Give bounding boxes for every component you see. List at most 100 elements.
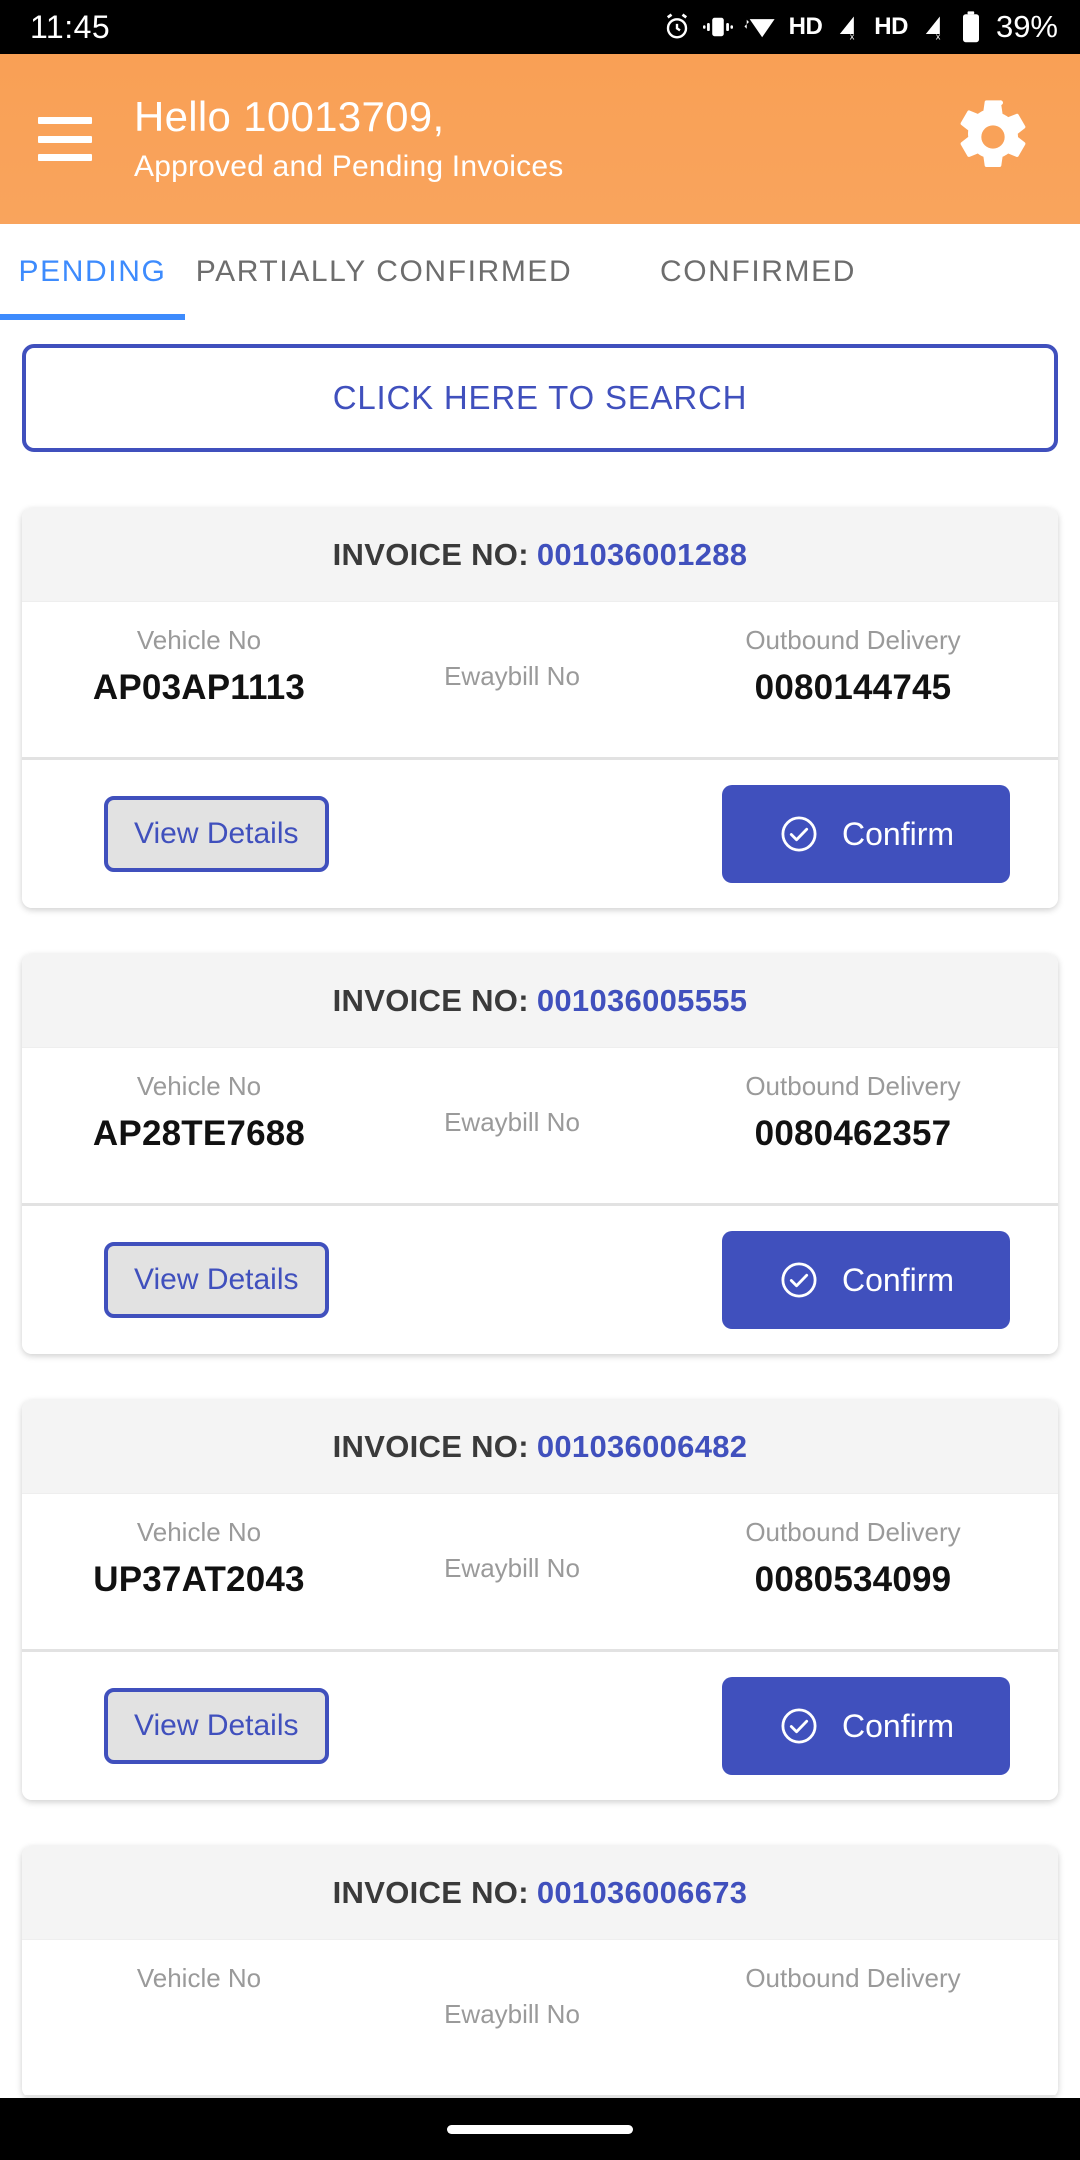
vehicle-no-value: UP37AT2043 — [93, 1559, 305, 1599]
confirm-button[interactable]: Confirm — [722, 785, 1010, 883]
invoice-number-label: INVOICE NO: — [332, 1428, 529, 1464]
invoice-number-label: INVOICE NO: — [332, 536, 529, 572]
invoice-number-row: INVOICE NO: 001036005555 — [333, 983, 748, 1019]
vehicle-no-label: Vehicle No — [136, 1517, 262, 1547]
hamburger-line — [38, 135, 92, 143]
outbound-delivery-value: 0080534099 — [754, 1559, 952, 1599]
ewaybill-no-label: Ewaybill No — [444, 1107, 580, 1137]
invoice-card-actions: View Details Confirm — [22, 760, 1058, 908]
vehicle-no-value: AP28TE7688 — [92, 1113, 306, 1153]
status-bar-icons: HD x HD x 39% — [662, 9, 1058, 45]
signal-off-icon: x — [919, 13, 949, 41]
vehicle-no-label: Vehicle No — [136, 625, 262, 655]
confirm-button-label: Confirm — [841, 815, 954, 852]
tab-confirmed[interactable]: CONFIRMED — [583, 224, 933, 320]
app-bar: Hello 10013709, Approved and Pending Inv… — [0, 54, 1080, 224]
invoice-card-body: Vehicle No Ewaybill No Outbound Delivery — [22, 1940, 1058, 2098]
view-details-button[interactable]: View Details — [104, 1242, 329, 1318]
outbound-delivery-field: Outbound Delivery 0080144745 — [688, 602, 1018, 708]
gear-icon — [953, 97, 1033, 182]
invoice-card-body: Vehicle No AP28TE7688 Ewaybill No Outbou… — [22, 1048, 1058, 1206]
svg-text:x: x — [850, 31, 855, 41]
status-bar-clock: 11:45 — [30, 8, 111, 45]
check-circle-icon — [778, 1705, 820, 1747]
invoice-card-actions: View Details Confirm — [22, 1206, 1058, 1354]
invoice-number-value: 001036005555 — [536, 982, 748, 1018]
wifi-icon — [744, 13, 778, 41]
invoice-card[interactable]: INVOICE NO: 001036001288 Vehicle No AP03A… — [22, 508, 1058, 908]
tab-pending[interactable]: PENDING — [0, 224, 185, 320]
ewaybill-no-field: Ewaybill No — [372, 1494, 652, 1585]
confirm-button-label: Confirm — [841, 1261, 954, 1298]
outbound-delivery-field: Outbound Delivery 0080534099 — [688, 1494, 1018, 1600]
invoice-number-value: 001036006673 — [536, 1874, 748, 1910]
confirm-button[interactable]: Confirm — [722, 1231, 1010, 1329]
invoice-card-header: INVOICE NO: 001036006673 — [22, 1846, 1058, 1940]
search-button-label: CLICK HERE TO SEARCH — [332, 379, 748, 416]
app-bar-titles: Hello 10013709, Approved and Pending Inv… — [134, 92, 950, 186]
outbound-delivery-field: Outbound Delivery 0080462357 — [688, 1048, 1018, 1154]
battery-icon — [960, 11, 982, 43]
vehicle-no-field: Vehicle No AP28TE7688 — [44, 1048, 354, 1154]
view-details-button[interactable]: View Details — [104, 796, 329, 872]
hd-icon: HD — [788, 13, 823, 40]
alarm-icon — [662, 12, 692, 42]
invoice-card-actions: View Details Confirm — [22, 1652, 1058, 1800]
invoice-card-header: INVOICE NO: 001036006482 — [22, 1400, 1058, 1494]
invoice-number-label: INVOICE NO: — [332, 982, 529, 1018]
hamburger-line — [38, 117, 92, 124]
hd-icon: HD — [874, 13, 908, 40]
svg-text:x: x — [936, 31, 941, 41]
ewaybill-no-label: Ewaybill No — [444, 1999, 580, 2029]
invoice-number-value: 001036001288 — [536, 536, 748, 572]
invoice-number-row: INVOICE NO: 001036006482 — [333, 1429, 748, 1465]
page-title: Hello 10013709, — [134, 93, 445, 141]
vehicle-no-field: Vehicle No AP03AP1113 — [44, 602, 354, 708]
ewaybill-no-label: Ewaybill No — [444, 1553, 580, 1583]
hamburger-menu-icon[interactable] — [38, 117, 92, 161]
battery-percent-label: 39% — [995, 9, 1058, 44]
outbound-delivery-field: Outbound Delivery — [688, 1940, 1018, 1995]
search-button[interactable]: CLICK HERE TO SEARCH — [22, 344, 1058, 452]
page-subtitle: Approved and Pending Invoices — [134, 149, 564, 183]
ewaybill-no-label: Ewaybill No — [444, 661, 580, 691]
vehicle-no-field: Vehicle No — [44, 1940, 354, 1995]
settings-button[interactable] — [950, 96, 1036, 182]
invoice-card[interactable]: INVOICE NO: 001036005555 Vehicle No AP28T… — [22, 954, 1058, 1354]
app-screen: 11:45 HD x HD x 39% Hello 10013709, Appr… — [0, 0, 1080, 2160]
outbound-delivery-label: Outbound Delivery — [745, 1517, 961, 1547]
home-indicator[interactable] — [447, 2124, 633, 2134]
confirm-button-label: Confirm — [841, 1707, 954, 1744]
invoice-list-scroll-area[interactable]: CLICK HERE TO SEARCH INVOICE NO: 00103600… — [0, 320, 1080, 2160]
vehicle-no-field: Vehicle No UP37AT2043 — [44, 1494, 354, 1600]
view-details-button[interactable]: View Details — [104, 1688, 329, 1764]
hamburger-line — [38, 154, 92, 161]
tab-bar: PENDING PARTIALLY CONFIRMED CONFIRMED — [0, 224, 1080, 320]
invoice-number-row: INVOICE NO: 001036006673 — [333, 1875, 748, 1911]
ewaybill-no-field: Ewaybill No — [372, 1940, 652, 2031]
ewaybill-no-field: Ewaybill No — [372, 602, 652, 693]
vehicle-no-label: Vehicle No — [136, 1963, 262, 1993]
invoice-number-row: INVOICE NO: 001036001288 — [333, 537, 748, 573]
outbound-delivery-label: Outbound Delivery — [745, 1963, 961, 1993]
status-bar: 11:45 HD x HD x 39% — [0, 0, 1080, 54]
invoice-card[interactable]: INVOICE NO: 001036006673 Vehicle No Ewayb… — [22, 1846, 1058, 2098]
signal-off-icon: x — [833, 13, 863, 41]
invoice-card-header: INVOICE NO: 001036005555 — [22, 954, 1058, 1048]
vehicle-no-value: AP03AP1113 — [92, 667, 306, 707]
check-circle-icon — [778, 813, 820, 855]
check-circle-icon — [778, 1259, 820, 1301]
outbound-delivery-value: 0080462357 — [754, 1113, 952, 1153]
system-navigation-bar — [0, 2098, 1080, 2160]
vehicle-no-label: Vehicle No — [136, 1071, 262, 1101]
invoice-card[interactable]: INVOICE NO: 001036006482 Vehicle No UP37A… — [22, 1400, 1058, 1800]
tab-partially-confirmed[interactable]: PARTIALLY CONFIRMED — [185, 224, 583, 320]
invoice-card-header: INVOICE NO: 001036001288 — [22, 508, 1058, 602]
confirm-button[interactable]: Confirm — [722, 1677, 1010, 1775]
invoice-number-value: 001036006482 — [536, 1428, 748, 1464]
outbound-delivery-label: Outbound Delivery — [745, 625, 961, 655]
invoice-card-body: Vehicle No AP03AP1113 Ewaybill No Outbou… — [22, 602, 1058, 760]
invoice-card-list: INVOICE NO: 001036001288 Vehicle No AP03A… — [0, 452, 1080, 2098]
ewaybill-no-field: Ewaybill No — [372, 1048, 652, 1139]
invoice-number-label: INVOICE NO: — [332, 1874, 529, 1910]
